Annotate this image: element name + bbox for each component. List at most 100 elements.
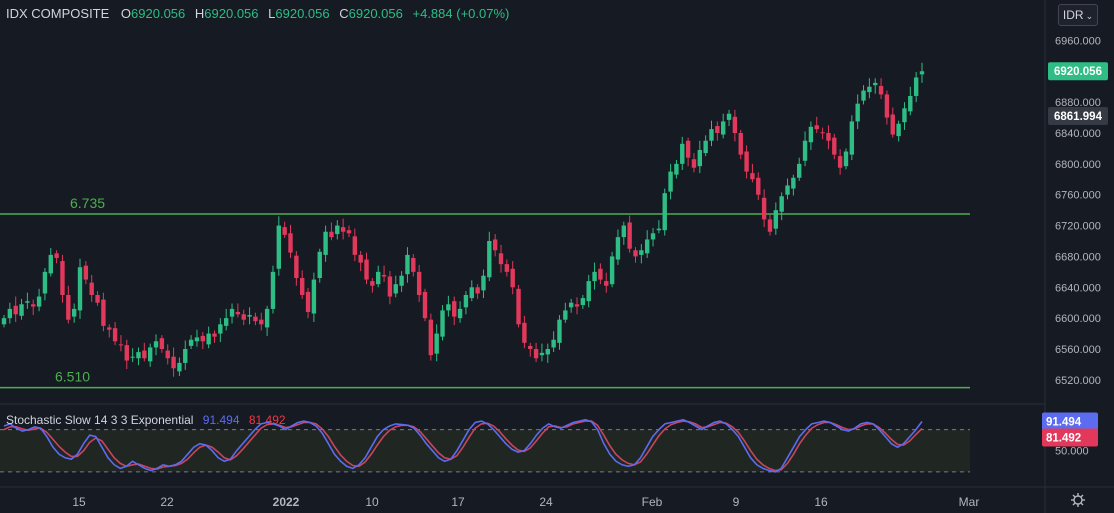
candle [919,71,925,75]
candle [563,310,568,320]
candle [276,225,282,269]
candle [598,268,603,280]
price-tick-label: 6800.000 [1055,159,1101,171]
candle [592,271,597,282]
candle [785,185,790,195]
candle [797,163,802,178]
candle [533,349,539,359]
candle [902,108,907,123]
chart-canvas[interactable]: 6.7356.510 6960.0006920.0006880.0006840.… [0,0,1114,513]
candle [475,287,480,294]
candle [259,319,264,325]
candle [656,228,662,231]
candle [492,239,498,251]
candle [381,274,387,277]
candle [545,349,550,355]
candle [802,140,808,161]
candle [791,177,796,189]
candle [434,333,439,354]
price-tick-label: 6640.000 [1055,282,1101,294]
candle [487,241,492,278]
candle [19,304,24,316]
candle [393,284,398,294]
candle [83,265,89,280]
candle [674,163,679,175]
candle [568,302,574,308]
change-value: +4.884 (+0.07%) [412,6,510,21]
candle [165,350,170,359]
candle [13,305,18,315]
candle [422,291,428,319]
candle [48,254,53,274]
candle [644,239,650,254]
price-label-text: 6920.056 [1054,66,1102,78]
candle [36,296,42,307]
candle [89,282,94,295]
candle [837,156,843,168]
price-tick-label: 6840.000 [1055,128,1101,140]
candle [112,328,118,342]
candle [908,95,913,112]
candle [510,268,515,288]
stochastic-d-value: 81.492 [248,413,286,427]
candle [843,151,849,167]
price-tick-label: 6720.000 [1055,221,1101,233]
candle [662,193,667,231]
candle [873,82,878,86]
stochastic-name: Stochastic Slow 14 3 3 Exponential [6,413,194,427]
candle [329,231,334,238]
time-tick-label: 9 [733,495,740,509]
candle [615,237,621,260]
candle [147,347,153,362]
time-tick-label: 16 [814,495,828,509]
candle [346,230,352,234]
time-tick-label: Mar [959,495,980,509]
candle [551,339,556,348]
candle [188,339,194,346]
candle [779,196,784,212]
candle [229,308,235,317]
candle [732,116,738,133]
level-label: 6.735 [70,195,105,211]
candle [720,121,726,135]
currency-selector[interactable]: IDR ⌄ [1058,4,1098,26]
candle [107,327,112,330]
candle [452,301,457,317]
candle [586,281,591,302]
candle [282,227,287,235]
candle [744,151,749,172]
price-label-text: 6861.994 [1054,111,1103,123]
legend-header: IDX COMPOSITE O6920.056 H6920.056 L6920.… [6,6,515,21]
candle [878,85,884,95]
candle [352,236,358,255]
candle [861,90,866,101]
candle [808,126,814,143]
stochastic-tick-label: 50.000 [1055,446,1089,458]
candle [183,349,188,363]
candle [469,287,474,299]
price-tick-label: 6760.000 [1055,190,1101,202]
candle [71,308,77,317]
gear-icon[interactable] [1070,492,1086,508]
candle [580,298,586,306]
candle [411,257,416,272]
time-tick-label: 2022 [273,495,300,509]
candle [305,291,311,312]
candle [609,256,615,285]
candle [241,314,246,320]
candle [697,149,703,167]
candle [294,255,299,279]
candle [814,125,819,130]
candle [715,126,720,133]
chevron-down-icon: ⌄ [1085,11,1094,21]
candle [516,288,521,325]
candle [159,338,165,349]
candle [750,173,755,180]
price-tick-label: 6560.000 [1055,344,1101,356]
candle [773,210,779,229]
candle [264,308,270,328]
candle [101,299,106,326]
candle [826,133,831,141]
candle [463,295,469,308]
close-label: C [339,6,349,21]
